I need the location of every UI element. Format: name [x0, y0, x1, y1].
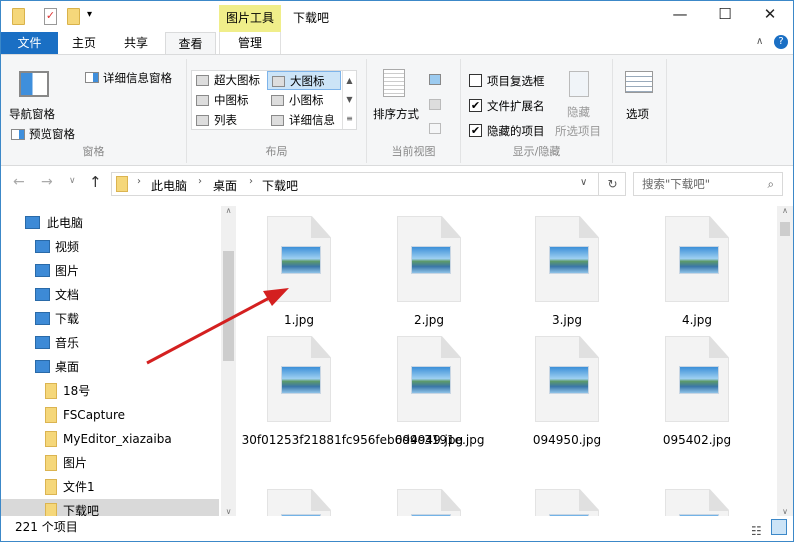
red-arrow-annotation: [146, 288, 289, 365]
details-view-icon[interactable]: ☷: [751, 520, 762, 542]
large-icons-view-icon[interactable]: [771, 519, 787, 535]
explorer-window: ✓ ▾ 图片工具 下载吧 — ☐ ✕ 文件 主页 共享 查看 管理 ∧ ? 导航…: [0, 0, 794, 542]
item-count: 221 个项目: [15, 520, 78, 534]
status-bar: 221 个项目 ☷: [1, 516, 793, 542]
